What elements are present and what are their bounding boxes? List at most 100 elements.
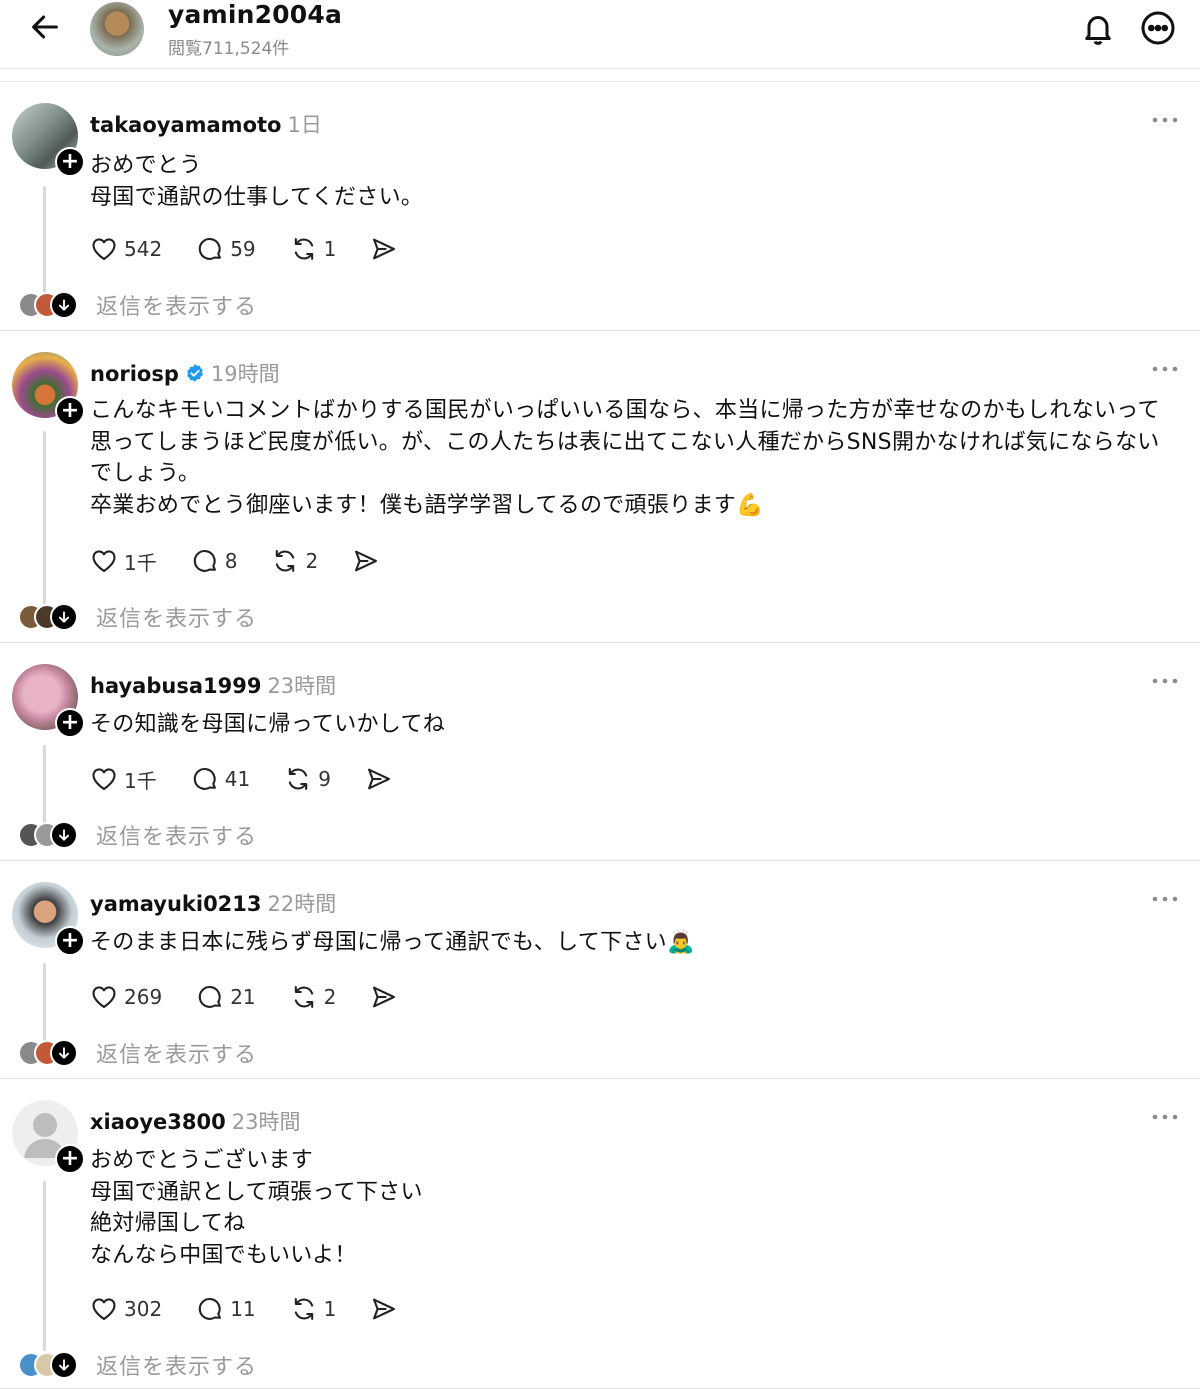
reply-post: + yamayuki0213 22時間 そのまま日本に残らず母国に帰って通訳でも、… xyxy=(0,861,1200,1079)
share-button[interactable] xyxy=(370,983,404,1011)
repost-count: 2 xyxy=(305,549,319,573)
show-replies-row[interactable]: 返信を表示する xyxy=(18,290,257,320)
heart-icon xyxy=(92,768,116,790)
like-count: 542 xyxy=(124,237,163,261)
post-username[interactable]: xiaoye3800 xyxy=(90,1110,226,1134)
show-replies-row[interactable]: 返信を表示する xyxy=(18,1350,257,1380)
arrow-down-icon xyxy=(50,1351,78,1379)
repost-icon xyxy=(294,986,313,1008)
like-button[interactable]: 1千 xyxy=(90,547,157,576)
post-text: こんなキモいコメントばかりする国民がいっぱいいる国なら、本当に帰った方が幸せなの… xyxy=(90,398,1160,518)
follow-plus-icon[interactable]: + xyxy=(55,396,85,426)
post-text: おめでとうございます 母国で通訳として頑張って下さい 絶対帰国してね なんなら中… xyxy=(90,1148,423,1268)
repost-count: 1 xyxy=(323,237,337,261)
show-replies-label: 返信を表示する xyxy=(96,607,258,632)
heart-icon xyxy=(92,238,116,260)
reply-post: + xiaoye3800 23時間 おめでとうございます 母国で通訳として頑張って… xyxy=(0,1079,1200,1389)
post-time: 23時間 xyxy=(231,1110,301,1134)
comment-button[interactable]: 8 xyxy=(191,547,238,575)
show-replies-row[interactable]: 返信を表示する xyxy=(18,1038,257,1068)
action-bar: 302 11 1 xyxy=(90,1294,438,1324)
heart-icon xyxy=(92,1298,116,1320)
comment-button[interactable]: 59 xyxy=(196,235,256,263)
show-replies-row[interactable]: 返信を表示する xyxy=(18,820,257,850)
post-header: noriosp 19時間 xyxy=(90,358,280,388)
share-button[interactable] xyxy=(370,235,404,263)
more-dots-icon[interactable] xyxy=(1150,1112,1180,1122)
show-replies-label: 返信を表示する xyxy=(96,1355,258,1380)
post-time: 19時間 xyxy=(210,362,280,386)
post-username[interactable]: hayabusa1999 xyxy=(90,674,261,698)
show-replies-row[interactable]: 返信を表示する xyxy=(18,602,257,632)
comment-button[interactable]: 41 xyxy=(191,765,250,793)
reply-post: + hayabusa1999 23時間 その知識を母国に帰っていかしてね 1千 4… xyxy=(0,643,1200,861)
like-button[interactable]: 1千 xyxy=(90,765,157,794)
share-icon xyxy=(367,768,390,790)
comment-icon xyxy=(198,1297,222,1320)
share-icon xyxy=(373,1298,396,1320)
profile-avatar[interactable] xyxy=(90,2,144,56)
post-username[interactable]: noriosp xyxy=(90,362,179,386)
repost-button[interactable]: 2 xyxy=(271,547,318,575)
thread-line xyxy=(43,1181,46,1351)
view-count: 閲覧711,524件 xyxy=(168,39,290,59)
follow-plus-icon[interactable]: + xyxy=(55,926,85,956)
post-header: hayabusa1999 23時間 xyxy=(90,670,336,700)
heart-icon xyxy=(92,986,116,1008)
repost-count: 9 xyxy=(318,767,331,791)
post-text: おめでとう 母国で通訳の仕事してください。 xyxy=(90,153,424,210)
comment-icon xyxy=(198,985,222,1008)
repost-button[interactable]: 1 xyxy=(290,235,337,263)
post-username[interactable]: yamayuki0213 xyxy=(90,892,262,916)
repost-count: 1 xyxy=(323,1297,337,1321)
repost-button[interactable]: 9 xyxy=(284,765,331,793)
thread-line xyxy=(43,963,46,1043)
repost-button[interactable]: 2 xyxy=(290,983,337,1011)
action-bar: 1千 41 9 xyxy=(90,764,433,794)
arrow-down-icon xyxy=(50,291,78,319)
comment-count: 8 xyxy=(224,549,238,573)
more-dots-icon[interactable] xyxy=(1150,115,1180,125)
comment-icon xyxy=(198,237,222,260)
comment-icon xyxy=(193,549,216,572)
more-dots-icon[interactable] xyxy=(1150,894,1180,904)
show-replies-label: 返信を表示する xyxy=(96,825,258,850)
bell-icon[interactable] xyxy=(1080,10,1116,46)
follow-plus-icon[interactable]: + xyxy=(55,708,85,738)
heart-icon xyxy=(92,550,116,572)
comment-button[interactable]: 11 xyxy=(196,1295,256,1323)
repost-button[interactable]: 1 xyxy=(290,1295,337,1323)
like-count: 1千 xyxy=(124,768,157,793)
repost-count: 2 xyxy=(323,985,337,1009)
arrow-down-icon xyxy=(50,821,78,849)
verified-badge-icon xyxy=(187,364,203,382)
back-arrow-icon[interactable] xyxy=(28,10,62,44)
post-username[interactable]: takaoyamamoto xyxy=(90,113,281,137)
follow-plus-icon[interactable]: + xyxy=(55,1144,85,1174)
post-text: そのまま日本に残らず母国に帰って通訳でも、して下さい🙇‍♂️ xyxy=(90,930,695,955)
more-circle-icon[interactable] xyxy=(1140,10,1176,46)
thread-line xyxy=(43,431,46,605)
like-count: 1千 xyxy=(124,550,157,575)
profile-username[interactable]: yamin2004a xyxy=(168,0,342,29)
comment-count: 11 xyxy=(230,1297,256,1321)
like-button[interactable]: 542 xyxy=(90,235,162,263)
action-bar: 542 59 1 xyxy=(90,234,438,264)
share-button[interactable] xyxy=(370,1295,404,1323)
comment-button[interactable]: 21 xyxy=(196,983,256,1011)
share-button[interactable] xyxy=(365,765,399,793)
post-time: 22時間 xyxy=(267,892,337,916)
more-dots-icon[interactable] xyxy=(1150,676,1180,686)
follow-plus-icon[interactable]: + xyxy=(55,147,85,177)
more-dots-icon[interactable] xyxy=(1150,364,1180,374)
repost-icon xyxy=(294,238,313,260)
like-button[interactable]: 302 xyxy=(90,1295,162,1323)
like-count: 269 xyxy=(124,985,163,1009)
comment-count: 41 xyxy=(224,767,251,791)
action-bar: 1千 8 2 xyxy=(90,546,420,576)
post-header: xiaoye3800 23時間 xyxy=(90,1106,300,1136)
like-button[interactable]: 269 xyxy=(90,983,162,1011)
comment-icon xyxy=(193,767,216,790)
share-button[interactable] xyxy=(352,547,386,575)
show-replies-label: 返信を表示する xyxy=(96,295,258,320)
